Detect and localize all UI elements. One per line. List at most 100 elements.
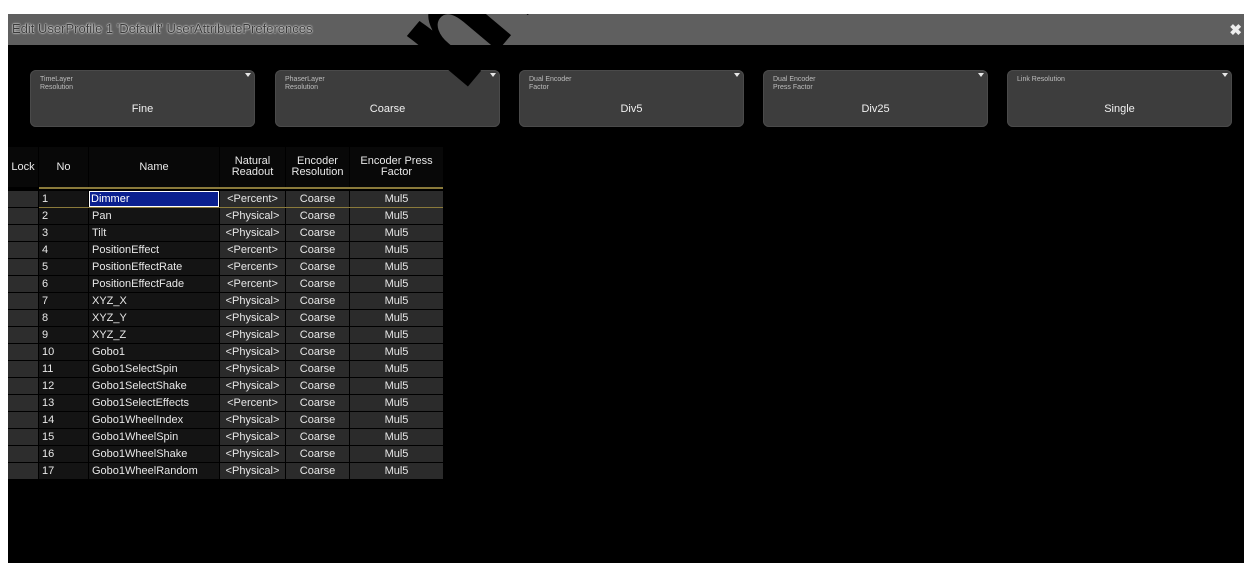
phaserlayer-resolution-button[interactable]: PhaserLayer Resolution Coarse [275,70,500,127]
natural-readout-cell[interactable]: <Percent> [220,191,285,207]
name-cell[interactable]: Gobo1 [89,344,219,360]
table-row[interactable]: 2 Pan <Physical> Coarse Mul5 [8,208,443,225]
lock-cell[interactable] [8,310,38,326]
table-row[interactable]: 16 Gobo1WheelShake <Physical> Coarse Mul5 [8,446,443,463]
no-cell[interactable]: 5 [39,259,88,275]
natural-readout-cell[interactable]: <Physical> [220,412,285,428]
name-cell[interactable]: PositionEffectFade [89,276,219,292]
encoder-resolution-cell[interactable]: Coarse [286,242,349,258]
encoder-resolution-cell[interactable]: Coarse [286,293,349,309]
no-cell[interactable]: 10 [39,344,88,360]
name-cell[interactable]: XYZ_Z [89,327,219,343]
name-cell[interactable]: PositionEffect [89,242,219,258]
table-row[interactable]: 6 PositionEffectFade <Percent> Coarse Mul5 [8,276,443,293]
lock-cell[interactable] [8,344,38,360]
natural-readout-cell[interactable]: <Physical> [220,208,285,224]
name-cell-selected[interactable]: Dimmer [89,191,219,207]
table-row[interactable]: 15 Gobo1WheelSpin <Physical> Coarse Mul5 [8,429,443,446]
no-cell[interactable]: 7 [39,293,88,309]
natural-readout-cell[interactable]: <Physical> [220,463,285,479]
no-cell[interactable]: 14 [39,412,88,428]
name-cell[interactable]: Gobo1WheelIndex [89,412,219,428]
natural-readout-cell[interactable]: <Physical> [220,293,285,309]
name-cell[interactable]: Gobo1WheelRandom [89,463,219,479]
encoder-press-factor-cell[interactable]: Mul5 [350,395,443,411]
column-header-no[interactable]: No [39,147,88,187]
lock-cell[interactable] [8,395,38,411]
encoder-resolution-cell[interactable]: Coarse [286,225,349,241]
dual-encoder-factor-button[interactable]: Dual Encoder Factor Div5 [519,70,744,127]
title-bar[interactable]: Edit UserProfile 1 'Default' UserAttribu… [8,14,1244,45]
encoder-resolution-cell[interactable]: Coarse [286,412,349,428]
table-row[interactable]: 14 Gobo1WheelIndex <Physical> Coarse Mul5 [8,412,443,429]
name-cell[interactable]: XYZ_Y [89,310,219,326]
no-cell[interactable]: 3 [39,225,88,241]
lock-cell[interactable] [8,446,38,462]
table-row[interactable]: 7 XYZ_X <Physical> Coarse Mul5 [8,293,443,310]
encoder-press-factor-cell[interactable]: Mul5 [350,242,443,258]
encoder-resolution-cell[interactable]: Coarse [286,310,349,326]
natural-readout-cell[interactable]: <Physical> [220,344,285,360]
lock-cell[interactable] [8,225,38,241]
lock-cell[interactable] [8,378,38,394]
encoder-press-factor-cell[interactable]: Mul5 [350,344,443,360]
link-resolution-button[interactable]: Link Resolution Single [1007,70,1232,127]
encoder-press-factor-cell[interactable]: Mul5 [350,276,443,292]
timelayer-resolution-button[interactable]: TimeLayer Resolution Fine [30,70,255,127]
encoder-resolution-cell[interactable]: Coarse [286,208,349,224]
no-cell[interactable]: 8 [39,310,88,326]
encoder-press-factor-cell[interactable]: Mul5 [350,310,443,326]
natural-readout-cell[interactable]: <Physical> [220,310,285,326]
encoder-press-factor-cell[interactable]: Mul5 [350,208,443,224]
natural-readout-cell[interactable]: <Physical> [220,327,285,343]
encoder-resolution-cell[interactable]: Coarse [286,276,349,292]
lock-cell[interactable] [8,361,38,377]
lock-cell[interactable] [8,242,38,258]
no-cell[interactable]: 2 [39,208,88,224]
encoder-press-factor-cell[interactable]: Mul5 [350,412,443,428]
no-cell[interactable]: 9 [39,327,88,343]
encoder-resolution-cell[interactable]: Coarse [286,378,349,394]
encoder-resolution-cell[interactable]: Coarse [286,395,349,411]
natural-readout-cell[interactable]: <Percent> [220,276,285,292]
table-row[interactable]: 9 XYZ_Z <Physical> Coarse Mul5 [8,327,443,344]
no-cell[interactable]: 4 [39,242,88,258]
name-cell[interactable]: Gobo1SelectSpin [89,361,219,377]
encoder-press-factor-cell[interactable]: Mul5 [350,327,443,343]
encoder-press-factor-cell[interactable]: Mul5 [350,378,443,394]
no-cell[interactable]: 13 [39,395,88,411]
name-cell[interactable]: PositionEffectRate [89,259,219,275]
encoder-press-factor-cell[interactable]: Mul5 [350,429,443,445]
no-cell[interactable]: 6 [39,276,88,292]
table-row[interactable]: 10 Gobo1 <Physical> Coarse Mul5 [8,344,443,361]
table-row[interactable]: 3 Tilt <Physical> Coarse Mul5 [8,225,443,242]
encoder-resolution-cell[interactable]: Coarse [286,429,349,445]
column-header-name[interactable]: Name [89,147,219,187]
dual-encoder-press-factor-button[interactable]: Dual Encoder Press Factor Div25 [763,70,988,127]
name-cell[interactable]: Tilt [89,225,219,241]
table-row[interactable]: 11 Gobo1SelectSpin <Physical> Coarse Mul5 [8,361,443,378]
table-row[interactable]: 4 PositionEffect <Percent> Coarse Mul5 [8,242,443,259]
name-cell[interactable]: Pan [89,208,219,224]
close-icon[interactable]: ✖ [1229,21,1242,39]
lock-cell[interactable] [8,327,38,343]
no-cell[interactable]: 17 [39,463,88,479]
lock-cell[interactable] [8,208,38,224]
natural-readout-cell[interactable]: <Percent> [220,259,285,275]
lock-cell[interactable] [8,412,38,428]
natural-readout-cell[interactable]: <Percent> [220,395,285,411]
encoder-press-factor-cell[interactable]: Mul5 [350,463,443,479]
name-cell[interactable]: Gobo1SelectShake [89,378,219,394]
encoder-press-factor-cell[interactable]: Mul5 [350,293,443,309]
encoder-press-factor-cell[interactable]: Mul5 [350,191,443,207]
column-header-lock[interactable]: Lock [8,147,38,187]
name-cell[interactable]: Gobo1SelectEffects [89,395,219,411]
encoder-resolution-cell[interactable]: Coarse [286,361,349,377]
encoder-resolution-cell[interactable]: Coarse [286,191,349,207]
column-header-natural-readout[interactable]: Natural Readout [220,147,285,187]
natural-readout-cell[interactable]: <Percent> [220,242,285,258]
lock-cell[interactable] [8,293,38,309]
no-cell[interactable]: 12 [39,378,88,394]
lock-cell[interactable] [8,429,38,445]
encoder-resolution-cell[interactable]: Coarse [286,344,349,360]
